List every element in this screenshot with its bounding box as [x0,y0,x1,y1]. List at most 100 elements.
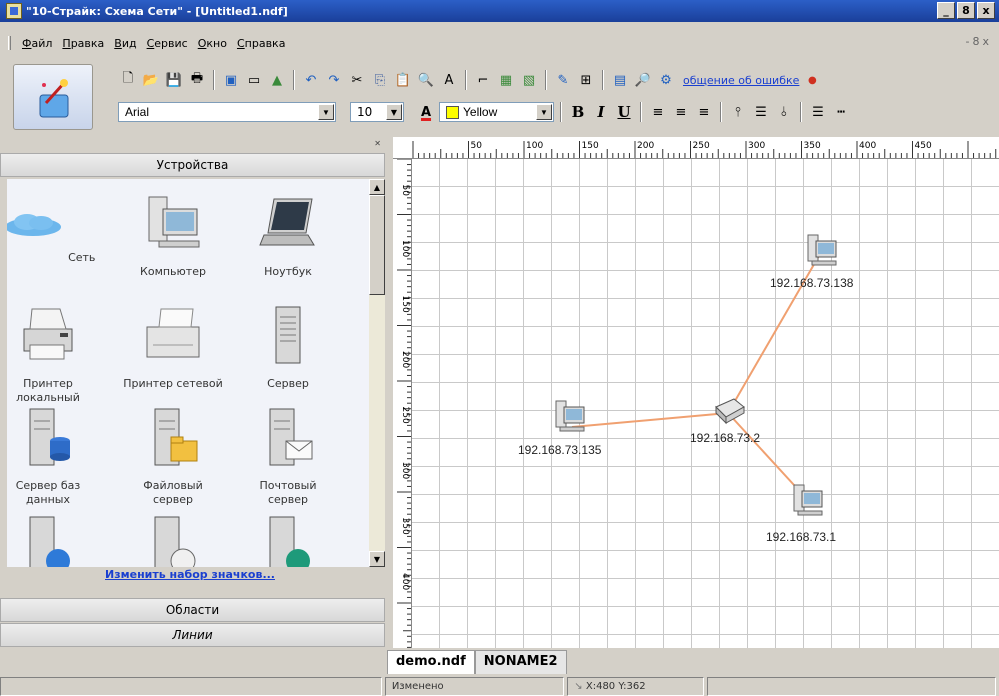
format-brush-icon[interactable]: ✎ [553,70,573,90]
main-toolbar: 🗋 📂 💾 🖶 ▣ ▭ ▲ ↶ ↷ ✂ ⎘ 📋 🔍 A ⌐ ▦ ▧ ✎ ⊞ ▤ … [118,66,822,94]
align-right-icon[interactable]: ≡ [694,102,714,122]
mdi-close-button[interactable]: x [982,35,989,48]
redo-icon[interactable]: ↷ [324,70,344,90]
device-network[interactable]: Сеть [7,193,98,265]
device-proxy-server[interactable] [238,515,338,567]
proxy-server-icon [269,516,310,567]
device-server[interactable]: Сервер [238,305,338,391]
bold-button[interactable]: B [568,102,588,122]
line-width-icon[interactable]: ☰ [808,102,828,122]
menu-window[interactable]: Окно [193,37,232,50]
ruler-tick-label: 100 [400,240,410,257]
device-database-server[interactable]: Сервер баз данных [7,407,98,507]
text-color-button[interactable]: A [416,102,436,122]
change-icons-link[interactable]: Изменить набор значков... [0,568,380,581]
device-laptop[interactable]: Ноутбук [238,193,338,279]
align-icon[interactable]: ▦ [496,70,516,90]
device-clock-server[interactable] [123,515,223,567]
font-size-select[interactable]: 10 ▼ [350,102,404,122]
lines-section-header[interactable]: Линии [0,623,385,647]
cut-icon[interactable]: ✂ [347,70,367,90]
device-computer[interactable]: Компьютер [123,193,223,279]
device-local-printer[interactable]: Принтер локальный [7,305,98,405]
fill-color-select[interactable]: Yellow ▼ [439,102,554,122]
diagram-canvas[interactable]: 192.168.73.2 192.168.73.138 192.168.73.1… [412,159,999,648]
find-icon[interactable]: 🔍 [416,70,436,90]
file-server-icon [154,408,198,466]
window-icon[interactable]: ▣ [221,70,241,90]
status-coords: ↘ X:480 Y:362 [567,677,704,696]
time-server-icon [154,516,196,567]
chevron-down-icon[interactable]: ▼ [386,104,402,120]
node-label-hub[interactable]: 192.168.73.2 [690,431,760,445]
node-label-138[interactable]: 192.168.73.138 [770,276,853,290]
connector-icon[interactable]: ⌐ [473,70,493,90]
devices-section-header[interactable]: Устройства [0,153,385,177]
align-center-icon[interactable]: ≡ [671,102,691,122]
valign-top-icon[interactable]: ⫯ [728,102,748,122]
ruler-tick-label: 50 [471,141,483,151]
text-icon[interactable]: A [439,70,459,90]
report-error-link[interactable]: общение об ошибке [683,74,799,87]
zoom-icon[interactable]: ⊞ [576,70,596,90]
mdi-restore-button[interactable]: 8 [972,35,979,48]
group-icon[interactable]: ▧ [519,70,539,90]
menu-service[interactable]: Сервис [142,37,193,50]
mdi-minimize-button[interactable]: - [966,35,970,48]
align-left-icon[interactable]: ≡ [648,102,668,122]
new-file-icon[interactable]: 🗋 [118,70,138,90]
laptop-icon [259,198,315,246]
valign-bottom-icon[interactable]: ⫰ [774,102,794,122]
computer-icon [793,484,823,516]
preview-icon[interactable]: 🔎 [633,70,653,90]
device-network-printer[interactable]: Принтер сетевой [123,305,223,391]
menu-file[interactable]: Файл [17,37,57,50]
window-title: "10-Страйк: Схема Сети" - [Untitled1.ndf… [26,4,288,18]
chevron-down-icon[interactable]: ▼ [318,104,334,120]
menu-view[interactable]: Вид [109,37,141,50]
device-label: Принтер сетевой [123,377,223,390]
underline-button[interactable]: U [614,102,634,122]
tab-noname2[interactable]: NONAME2 [474,650,567,674]
device-web-server[interactable] [7,515,98,567]
scroll-up-icon[interactable]: ▲ [369,179,385,195]
areas-section-header[interactable]: Области [0,598,385,622]
valign-middle-icon[interactable]: ☰ [751,102,771,122]
image-icon[interactable]: ▲ [267,70,287,90]
device-label: Сервер баз данных [15,479,81,506]
node-label-135[interactable]: 192.168.73.135 [518,443,601,457]
panel-close-icon[interactable]: ✕ [374,139,381,148]
scroll-down-icon[interactable]: ▼ [369,551,385,567]
ruler-tick-label: 300 [748,141,765,151]
web-server-icon [29,516,70,567]
settings-gear-icon[interactable]: ⚙ [656,70,676,90]
line-style-icon[interactable]: ┅ [831,102,851,122]
menu-help[interactable]: Справка [232,37,290,50]
tab-demo[interactable]: demo.ndf [387,650,475,674]
ruler-tick-label: 250 [400,407,410,424]
open-folder-icon[interactable]: 📂 [141,70,161,90]
print-icon[interactable]: 🖶 [187,70,207,90]
wizard-button[interactable] [13,64,93,130]
computer-icon [555,400,585,432]
monitor-icon[interactable]: ▭ [244,70,264,90]
color-swatch [446,105,459,119]
devices-scrollbar[interactable]: ▲ ▼ [369,179,385,567]
font-family-select[interactable]: Arial ▼ [118,102,336,122]
copy-icon[interactable]: ⎘ [370,70,390,90]
device-mail-server[interactable]: Почтовый сервер [238,407,338,507]
paste-icon[interactable]: 📋 [393,70,413,90]
save-icon[interactable]: 💾 [164,70,184,90]
minimize-button[interactable]: _ [937,2,955,19]
italic-button[interactable]: I [591,102,611,122]
scroll-thumb[interactable] [369,195,385,295]
maximize-button[interactable]: 8 [957,2,975,19]
close-button[interactable]: x [977,2,995,19]
undo-icon[interactable]: ↶ [301,70,321,90]
chevron-down-icon[interactable]: ▼ [536,104,552,120]
ruler-tick-label: 350 [400,518,410,535]
node-label-1[interactable]: 192.168.73.1 [766,530,836,544]
chart-icon[interactable]: ▤ [610,70,630,90]
menu-edit[interactable]: Правка [57,37,109,50]
device-file-server[interactable]: Файловый сервер [123,407,223,507]
